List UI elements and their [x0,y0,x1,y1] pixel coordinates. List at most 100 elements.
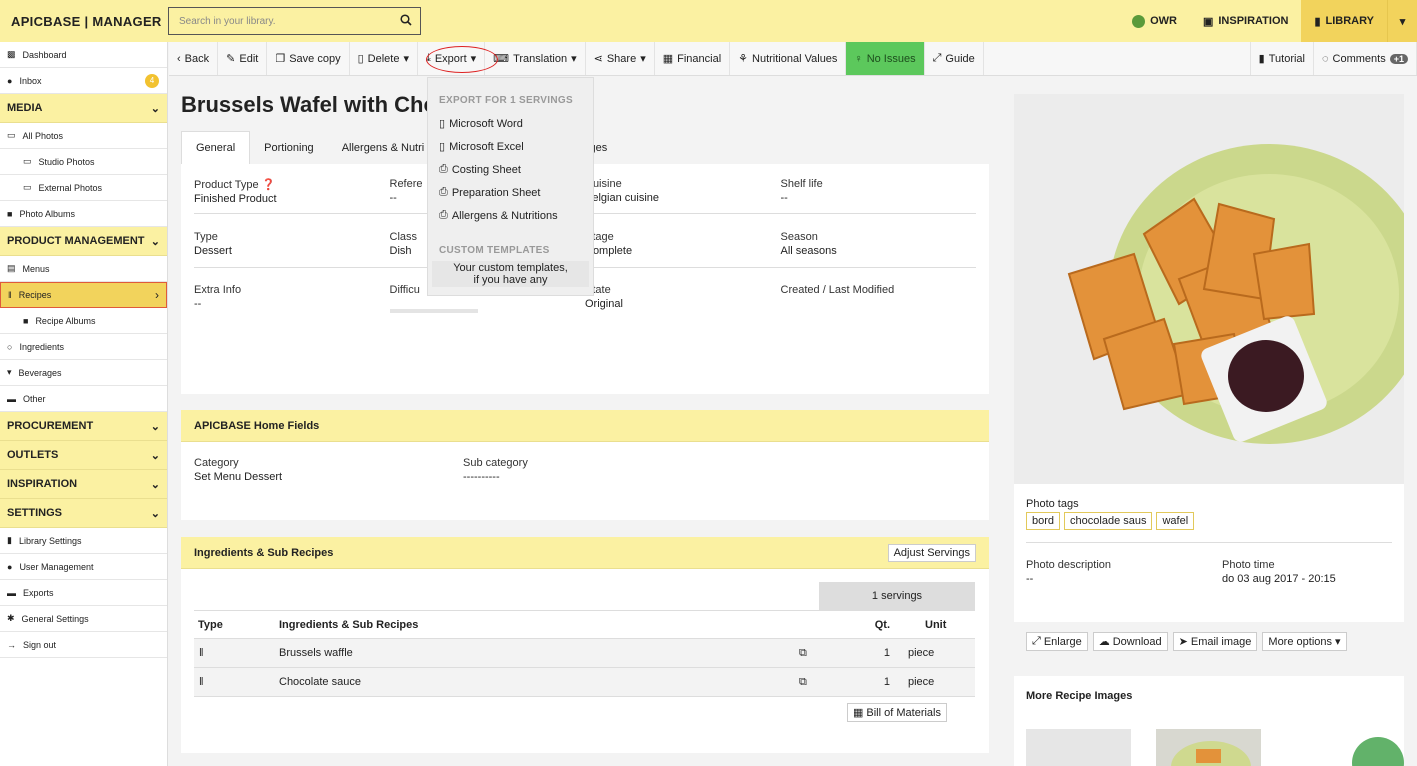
expand-icon: ⤢ [1032,635,1041,647]
ingredient-name[interactable]: Brussels waffle [279,647,799,659]
bill-of-materials-button[interactable]: ▦ Bill of Materials [847,703,947,722]
tab-general[interactable]: General [181,131,251,164]
photo-tag[interactable]: bord [1026,512,1061,530]
export-word-item[interactable]: ▯ Microsoft Word [428,112,593,135]
sidebar-item-exports[interactable]: ▬ Exports [0,580,167,606]
dashboard-icon: ▩ [7,49,16,59]
sidebar-item-inbox[interactable]: ● Inbox 4 [0,68,167,94]
sidebar-section-settings[interactable]: SETTINGS ⌄ [0,499,167,528]
caret-down-icon: ▾ [640,53,646,65]
sidebar-item-recipes[interactable]: ǁ Recipes › [0,282,167,308]
export-allergens-item[interactable]: ⎙ Allergens & Nutritions [428,204,593,227]
sidebar-item-other[interactable]: ▬ Other [0,386,167,412]
sidebar-item-ingredients[interactable]: ○ Ingredients [0,334,167,360]
enlarge-button[interactable]: ⤢ Enlarge [1026,632,1088,651]
sidebar-item-all-photos[interactable]: ▭ All Photos [0,123,167,149]
users-icon: ● [7,561,13,572]
photo-tag[interactable]: chocolade saus [1064,512,1153,530]
export-excel-item[interactable]: ▯ Microsoft Excel [428,135,593,158]
sidebar-item-external-photos[interactable]: ▭ External Photos [0,175,167,201]
sidebar: ▩ Dashboard ● Inbox 4 MEDIA ⌄ ▭ All Photos ▭ S… [0,42,168,766]
sidebar-section-procurement[interactable]: PROCUREMENT ⌄ [0,412,167,441]
section-label: SETTINGS [7,507,63,519]
sidebar-item-label: Inbox [19,75,42,86]
tutorial-button[interactable]: ▮ Tutorial [1249,42,1314,75]
save-copy-button[interactable]: ❐ Save copy [267,42,350,75]
sidebar-section-outlets[interactable]: OUTLETS ⌄ [0,441,167,470]
brand-logo[interactable]: APICBASE | MANAGER [0,14,168,29]
help-icon[interactable]: ❓ [262,179,276,191]
sidebar-item-beverages[interactable]: ▾ Beverages [0,360,167,386]
search-input[interactable]: Search in your library. [168,7,421,35]
download-button[interactable]: ☁ Download [1092,632,1168,651]
servings-cell: 1 servings [819,582,975,610]
comments-button[interactable]: ◌ Comments +1 [1314,42,1417,75]
external-link-icon[interactable]: ⧉ [799,647,819,660]
sidebar-item-dashboard[interactable]: ▩ Dashboard [0,42,167,68]
ingredient-name[interactable]: Chocolate sauce [279,676,799,688]
more-options-button[interactable]: More options ▾ [1262,632,1347,651]
nutritional-values-button[interactable]: ⚘ Nutritional Values [730,42,847,75]
table-icon: ▦ [853,707,864,719]
email-label: Email image [1190,635,1252,648]
edit-button[interactable]: ✎ Edit [218,42,268,75]
sidebar-item-recipe-albums[interactable]: ■ Recipe Albums [0,308,167,334]
library-menu[interactable]: ▮ LIBRARY [1301,0,1387,42]
print-icon: ⎙ [439,209,448,221]
financial-button[interactable]: ▦ Financial [655,42,731,75]
owr-menu[interactable]: OWR [1119,0,1190,42]
thumbnail-image[interactable] [1156,729,1261,766]
photo-tag[interactable]: wafel [1156,512,1195,530]
table-row[interactable]: ǁ Chocolate sauce ⧉ 1 piece [194,668,975,697]
delete-button[interactable]: ▯ Delete ▾ [350,42,418,75]
export-costing-sheet-item[interactable]: ⎙ Costing Sheet [428,158,593,181]
more-options-label: More options [1268,635,1332,648]
field-value: Belgian cuisine [585,192,659,204]
sidebar-item-user-management[interactable]: ● User Management [0,554,167,580]
sidebar-item-sign-out[interactable]: → Sign out [0,632,167,658]
share-button[interactable]: ⋖ Share ▾ [586,42,655,75]
search-icon[interactable] [400,14,412,29]
download-label: Download [1112,635,1162,648]
sidebar-item-general-settings[interactable]: ✱ General Settings [0,606,167,632]
external-link-icon[interactable]: ⧉ [799,676,819,689]
adjust-servings-button[interactable]: Adjust Servings [887,543,976,562]
sidebar-section-media[interactable]: MEDIA ⌄ [0,94,167,123]
translation-button[interactable]: ⌨ Translation ▾ [485,42,586,75]
back-button[interactable]: ‹ Back [169,42,219,75]
no-issues-button[interactable]: ♀ No Issues [846,42,925,75]
ingredient-qty: 1 [883,676,890,688]
guide-button[interactable]: ⤢ Guide [925,42,984,75]
export-button[interactable]: ⤓ Export ▾ [418,42,486,75]
ingredients-table: Type Ingredients & Sub Recipes Qt. Unit … [194,610,975,697]
sidebar-item-photo-albums[interactable]: ■ Photo Albums [0,201,167,227]
chevron-down-icon[interactable]: ▾ [1387,0,1417,42]
cutlery-icon: ǁ [199,647,204,659]
field-label: Category [194,457,239,469]
tab-portioning[interactable]: Portioning [250,131,328,164]
field-value: ---------- [463,471,500,483]
chevron-down-icon: ⌄ [150,478,160,491]
photo-tags-label: Photo tags [1026,498,1079,510]
sidebar-item-library-settings[interactable]: ▮ Library Settings [0,528,167,554]
recipe-photo[interactable] [1014,94,1404,484]
thumbnail-image[interactable] [1026,729,1131,766]
field-value: Complete [585,245,633,257]
share-label: Share [606,52,637,65]
inspiration-label: INSPIRATION [1218,15,1289,27]
sidebar-section-product-management[interactable]: PRODUCT MANAGEMENT ⌄ [0,227,167,256]
table-row[interactable]: ǁ Brussels waffle ⧉ 1 piece [194,639,975,668]
email-image-button[interactable]: ➤ Email image [1172,632,1258,651]
translation-label: Translation [513,52,568,65]
field-value: Set Menu Dessert [194,471,283,483]
export-preparation-sheet-item[interactable]: ⎙ Preparation Sheet [428,181,593,204]
sidebar-section-inspiration[interactable]: INSPIRATION ⌄ [0,470,167,499]
folder-icon: ■ [7,208,13,219]
sidebar-item-label: General Settings [21,613,89,624]
tab-allergens-nutrition[interactable]: Allergens & Nutri [328,131,439,164]
share-icon: ⋖ [593,53,603,65]
delete-label: Delete [367,52,400,65]
sidebar-item-studio-photos[interactable]: ▭ Studio Photos [0,149,167,175]
inspiration-menu[interactable]: ▣ INSPIRATION [1190,0,1301,42]
sidebar-item-menus[interactable]: ▤ Menus [0,256,167,282]
